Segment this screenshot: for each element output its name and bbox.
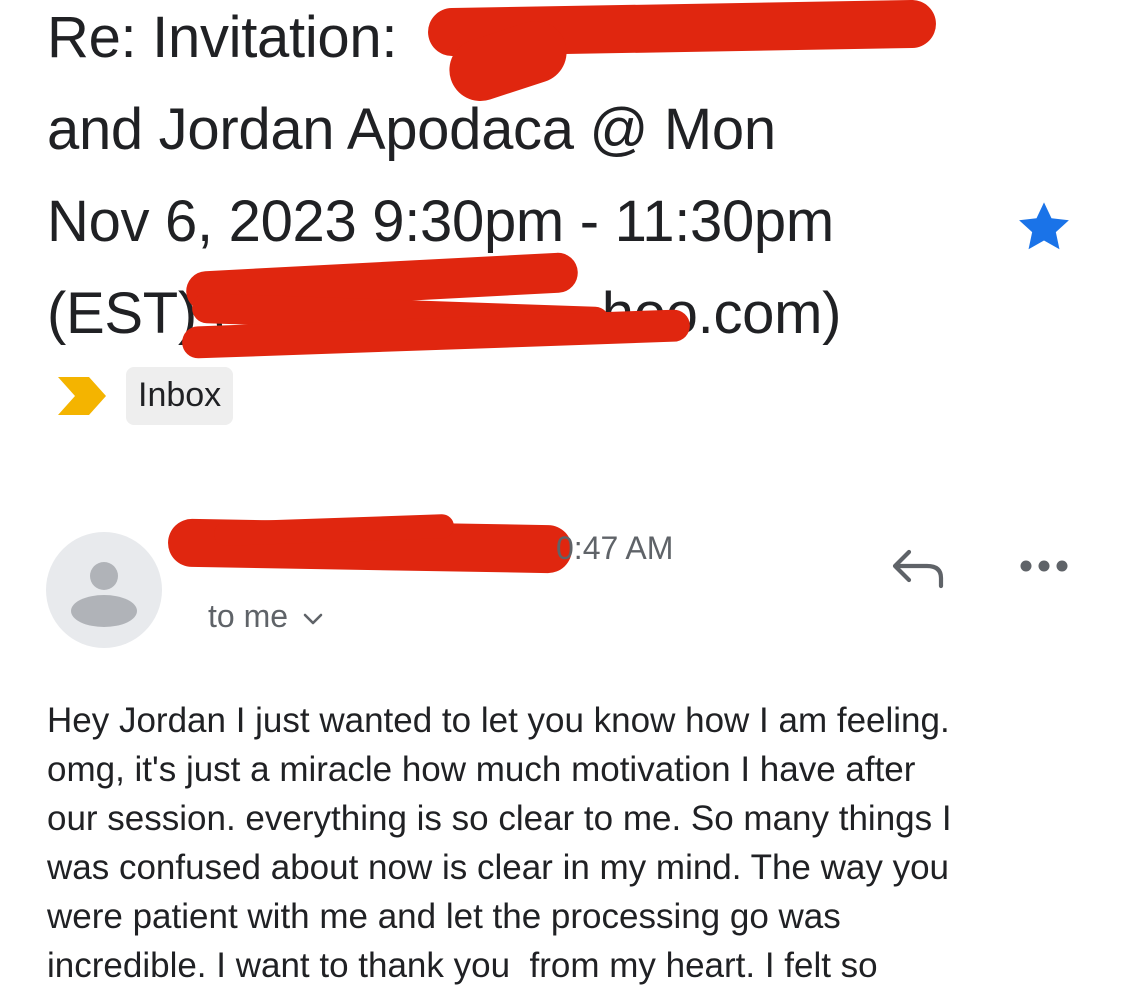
importance-marker-icon xyxy=(58,377,106,415)
body-line: incredible. I want to thank you from my … xyxy=(47,946,878,985)
label-row: Inbox xyxy=(56,366,234,426)
sender-avatar[interactable] xyxy=(46,532,162,648)
body-line: were patient with me and let the process… xyxy=(47,897,841,936)
more-options-button[interactable] xyxy=(1018,556,1070,576)
star-icon xyxy=(1019,202,1069,250)
reply-icon xyxy=(892,549,944,589)
person-icon xyxy=(71,562,137,627)
recipient-details-toggle[interactable]: to me xyxy=(208,598,324,635)
subject-line-2: and Jordan Apodaca @ Mon xyxy=(47,97,776,162)
message-time: 0:47 AM xyxy=(556,530,674,566)
star-button[interactable] xyxy=(1014,198,1074,256)
inbox-label-chip[interactable]: Inbox xyxy=(126,367,234,425)
body-line: omg, it's just a miracle how much motiva… xyxy=(47,750,916,789)
body-line: Hey Jordan I just wanted to let you know… xyxy=(47,701,950,740)
subject-line-3: Nov 6, 2023 9:30pm - 11:30pm xyxy=(47,189,834,254)
more-horiz-icon xyxy=(1020,560,1068,572)
chevron-down-icon xyxy=(303,613,323,624)
reply-button[interactable] xyxy=(887,542,947,592)
body-line: was confused about now is clear in my mi… xyxy=(47,848,950,887)
message-body: Hey Jordan I just wanted to let you know… xyxy=(47,696,1107,990)
recipient-label: to me xyxy=(208,598,289,634)
body-line: our session. everything is so clear to m… xyxy=(47,799,952,838)
